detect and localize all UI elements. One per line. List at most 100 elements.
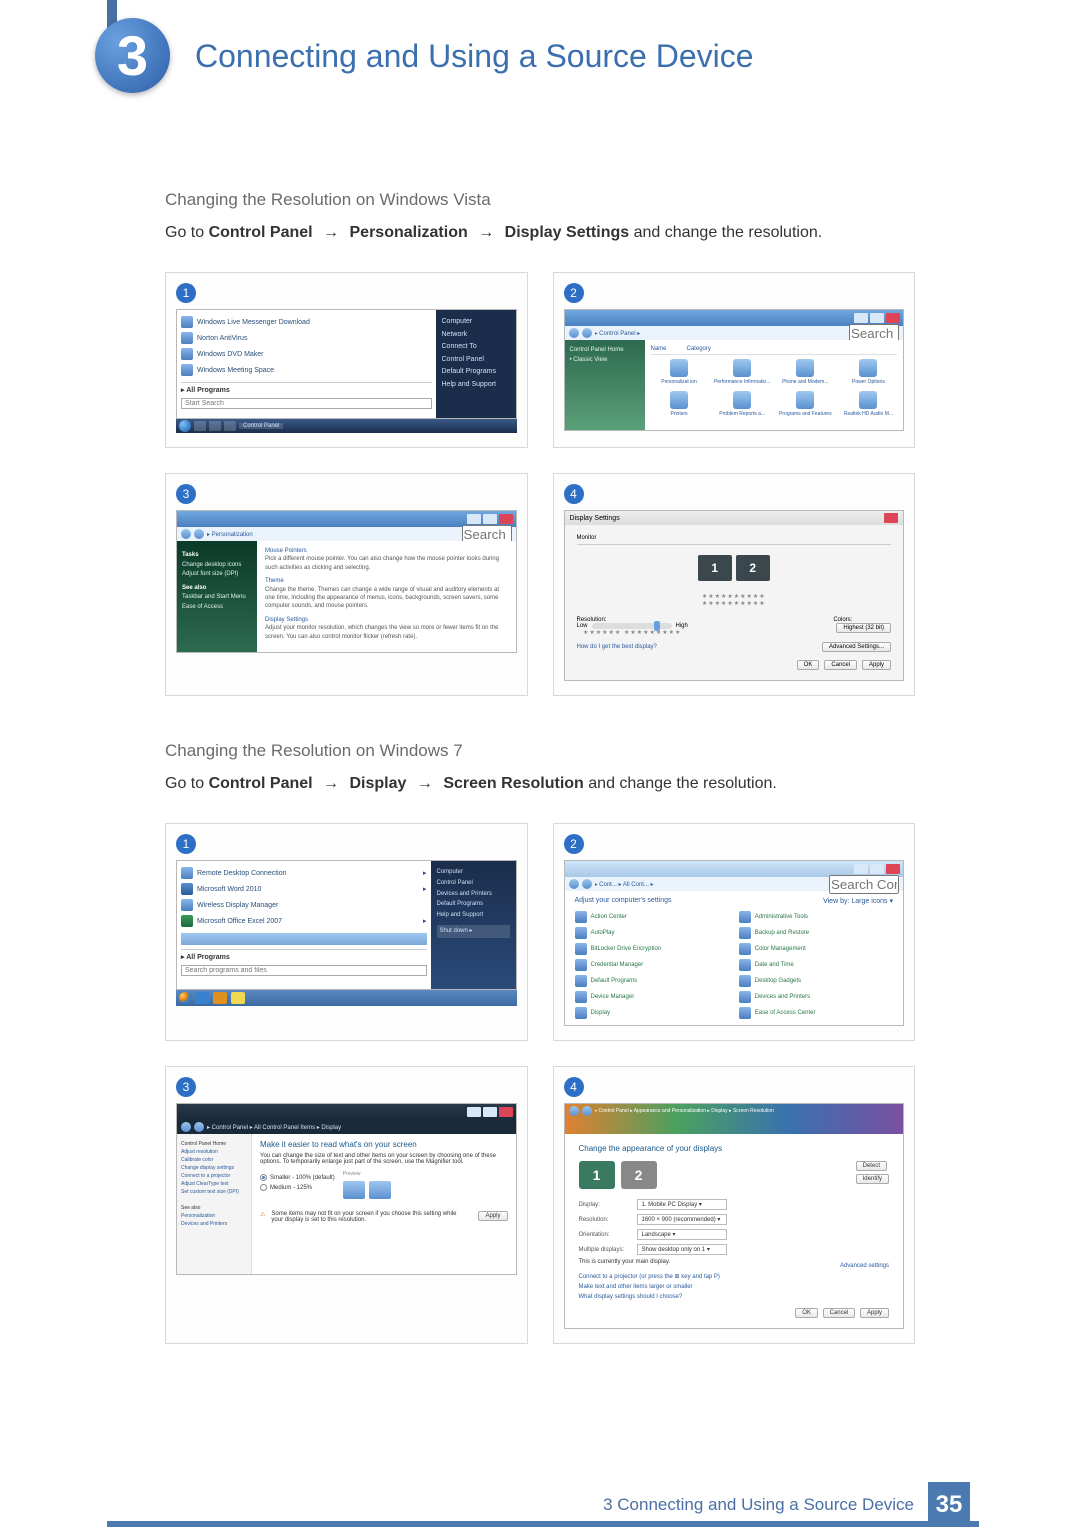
- breadcrumb: ▸ Control Panel ▸: [595, 330, 847, 337]
- forward-icon: [194, 1122, 204, 1132]
- start-right-item: Control Panel: [442, 354, 510, 367]
- cp-item: Power Options: [840, 359, 897, 385]
- start-right-item: Computer: [437, 867, 510, 878]
- start-right-item: Default Programs: [437, 899, 510, 910]
- shutdown-button: Shut down ▸: [437, 925, 510, 938]
- start-item: Remote Desktop Connection ▸: [181, 865, 427, 881]
- start-right-item: Network: [442, 329, 510, 342]
- side-heading: See also: [181, 1204, 247, 1212]
- side-link: Change desktop icons: [182, 561, 252, 571]
- side-heading: See also: [182, 584, 252, 594]
- advanced-link[interactable]: Advanced settings: [840, 1263, 889, 1269]
- warning-text: Some items may not fit on your screen if…: [271, 1211, 469, 1223]
- detect-button[interactable]: Detect: [856, 1161, 887, 1171]
- apply-button[interactable]: Apply: [478, 1211, 507, 1221]
- screen-resolution-window: ▸ Control Panel ▸ Appearance and Persona…: [564, 1103, 905, 1329]
- multiple-select[interactable]: Show desktop only on 1 ▾: [637, 1244, 727, 1255]
- start-item: Windows Meeting Space: [181, 362, 432, 378]
- item-title: Display Settings: [265, 617, 308, 623]
- cp-item: Realtek HD Audio M...: [840, 391, 897, 417]
- cp-item: Administrative Tools: [739, 911, 893, 923]
- side-heading: Control Panel Home: [181, 1140, 247, 1148]
- back-icon: [569, 328, 579, 338]
- monitor-1: 1: [579, 1161, 615, 1189]
- arrow-icon: →: [323, 224, 339, 241]
- close-icon: [886, 313, 900, 323]
- side-link: Ease of Access: [182, 603, 252, 613]
- radio-icon[interactable]: [260, 1184, 267, 1191]
- cp-item: Devices and Printers: [739, 991, 893, 1003]
- search-input[interactable]: [829, 875, 899, 894]
- close-icon: [884, 513, 898, 523]
- display-label: Display:: [579, 1202, 629, 1208]
- cp-item: Phone and Modem...: [777, 359, 834, 385]
- cp-item: Problem Reports a...: [714, 391, 771, 417]
- help-link[interactable]: How do I get the best display?: [577, 644, 657, 650]
- screenshot-win7-3: 3 ▸ Control Panel ▸ All Control Panel It…: [165, 1066, 528, 1344]
- path-display: Display: [350, 775, 407, 792]
- start-item: Norton AntiVirus: [181, 330, 432, 346]
- view-by[interactable]: View by: Large icons ▾: [823, 897, 893, 905]
- step-number: 4: [564, 484, 584, 504]
- page-footer: 3 Connecting and Using a Source Device 3…: [0, 1482, 1080, 1527]
- breadcrumb: ▸ Personalization: [207, 531, 459, 538]
- orientation-select[interactable]: Landscape ▾: [637, 1229, 727, 1240]
- side-link: Adjust ClearType text: [181, 1180, 247, 1188]
- path-display-settings: Display Settings: [505, 224, 629, 241]
- display-select[interactable]: 1. Mobile PC Display ▾: [637, 1199, 727, 1210]
- side-link: Taskbar and Start Menu: [182, 593, 252, 603]
- resolution-select[interactable]: 1600 × 900 (recommended) ▾: [637, 1214, 727, 1225]
- current-display-text: This is currently your main display.: [579, 1259, 671, 1269]
- control-panel-window: ▸ Cont... ▸ All Cont... ▸ Adjust your co…: [564, 860, 905, 1026]
- win7-instruction: Go to Control Panel → Display → Screen R…: [165, 775, 915, 793]
- cancel-button[interactable]: Cancel: [823, 1308, 856, 1318]
- cp-item: Display: [575, 1007, 729, 1019]
- screenshot-win7-2: 2 ▸ Cont... ▸ All Cont... ▸ Adjust your …: [553, 823, 916, 1041]
- side-link: Devices and Printers: [181, 1220, 247, 1228]
- cp-item: Color Management: [739, 943, 893, 955]
- identify-button[interactable]: Identify: [856, 1174, 889, 1184]
- start-orb-icon: [179, 420, 191, 432]
- forward-icon: [194, 529, 204, 539]
- apply-button[interactable]: Apply: [860, 1308, 889, 1318]
- back-icon: [181, 1122, 191, 1132]
- resolution-label: Resolution:: [579, 1217, 629, 1223]
- close-icon: [499, 514, 513, 524]
- back-icon: [569, 1106, 579, 1116]
- screenshot-vista-1: 1 Windows Live Messenger Download Norton…: [165, 272, 528, 448]
- apply-button[interactable]: Apply: [862, 660, 891, 670]
- arrow-icon: →: [478, 224, 494, 241]
- arrow-icon: →: [323, 775, 339, 792]
- ok-button[interactable]: OK: [797, 660, 820, 670]
- colors-select[interactable]: Highest (32 bit): [836, 623, 891, 633]
- start-menu: Windows Live Messenger Download Norton A…: [176, 309, 517, 419]
- side-link: Set custom text size (DPI): [181, 1188, 247, 1196]
- orientation-label: Orientation:: [579, 1232, 629, 1238]
- resolution-slider[interactable]: [592, 623, 672, 629]
- text-size-link[interactable]: Make text and other items larger or smal…: [579, 1284, 890, 1290]
- screenshot-win7-1: 1 Remote Desktop Connection ▸ Microsoft …: [165, 823, 528, 1041]
- cp-item: Printers: [651, 391, 708, 417]
- start-right-item: Help and Support: [442, 379, 510, 392]
- ok-button[interactable]: OK: [795, 1308, 818, 1318]
- start-search[interactable]: [181, 965, 427, 976]
- cancel-button[interactable]: Cancel: [824, 660, 857, 670]
- side-link: Adjust font size (DPI): [182, 570, 252, 580]
- start-search[interactable]: [181, 398, 432, 409]
- forward-icon: [582, 1106, 592, 1116]
- multiple-label: Multiple displays:: [579, 1247, 629, 1253]
- help-link[interactable]: What display settings should I choose?: [579, 1294, 890, 1300]
- chapter-title: Connecting and Using a Source Device: [195, 38, 754, 75]
- start-menu: Remote Desktop Connection ▸ Microsoft Wo…: [176, 860, 517, 990]
- path-personalization: Personalization: [350, 224, 468, 241]
- side-link: Personalization: [181, 1212, 247, 1220]
- step-number: 2: [564, 834, 584, 854]
- start-item: Microsoft Word 2010 ▸: [181, 881, 427, 897]
- breadcrumb: ▸ Control Panel ▸ Appearance and Persona…: [595, 1108, 900, 1114]
- start-right-item: Control Panel: [437, 878, 510, 889]
- projector-link[interactable]: Connect to a projector (or press the ⊞ k…: [579, 1273, 890, 1280]
- path-screen-resolution: Screen Resolution: [443, 775, 583, 792]
- cp-item: Desktop Gadgets: [739, 975, 893, 987]
- advanced-button[interactable]: Advanced Settings...: [822, 642, 891, 652]
- radio-icon[interactable]: [260, 1174, 267, 1181]
